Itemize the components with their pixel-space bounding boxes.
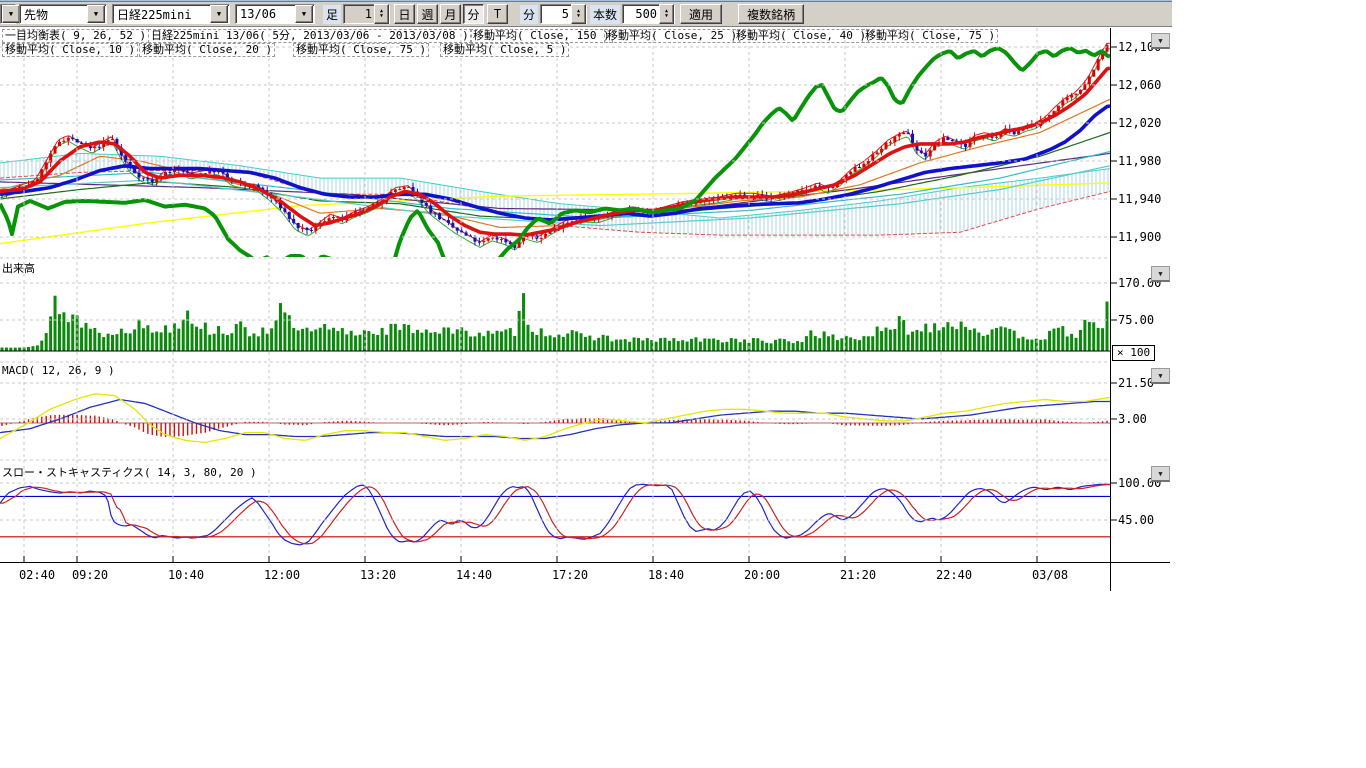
apply-button[interactable]: 適用 bbox=[680, 4, 722, 24]
volume-tick-label: 75.00 bbox=[1118, 312, 1154, 328]
category-combobox[interactable]: 先物 ▼ bbox=[19, 4, 107, 24]
time-tick-label: 03/08 bbox=[1026, 568, 1074, 582]
leftmost-stub-combobox[interactable]: ▼ bbox=[0, 4, 16, 24]
legend-ma75[interactable]: 移動平均( Close, 75 ) bbox=[862, 29, 998, 43]
time-tick-label: 22:40 bbox=[930, 568, 978, 582]
period-week-button[interactable]: 週 bbox=[417, 4, 438, 24]
volume-pane-label: 出来高 bbox=[2, 262, 35, 275]
macd-tick-label: 21.50 bbox=[1118, 375, 1154, 391]
legend-ichimoku[interactable]: 一目均衡表( 9, 26, 52 ) bbox=[2, 29, 149, 43]
time-tick-label: 09:20 bbox=[66, 568, 114, 582]
period-day-button[interactable]: 日 bbox=[394, 4, 415, 24]
chevron-down-icon[interactable]: ▼ bbox=[87, 5, 105, 23]
price-tick-label: 12,060 bbox=[1118, 77, 1161, 93]
category-value: 先物 bbox=[20, 6, 86, 23]
volume-pane-scale-dropdown[interactable]: ▼ bbox=[1151, 266, 1170, 282]
chevron-down-icon[interactable]: ▼ bbox=[2, 5, 20, 23]
time-tick-label: 17:20 bbox=[546, 568, 594, 582]
bar-count-value: 500 bbox=[623, 7, 659, 21]
chevron-down-icon: ▼ bbox=[1158, 270, 1162, 278]
bar-count-label: 本数 bbox=[590, 5, 620, 24]
minute-value: 5 bbox=[541, 7, 571, 21]
chevron-down-icon[interactable]: ▼ bbox=[210, 5, 228, 23]
stoch-pane-scale-dropdown[interactable]: ▼ bbox=[1151, 466, 1170, 482]
legend-ma40[interactable]: 移動平均( Close, 40 ) bbox=[733, 29, 869, 43]
legend-ma75-2[interactable]: 移動平均( Close, 75 ) bbox=[293, 43, 429, 57]
time-tick-label: 02:40 bbox=[13, 568, 61, 582]
chevron-down-icon: ▼ bbox=[1158, 372, 1162, 380]
contract-month-combobox[interactable]: 13/06 ▼ bbox=[235, 4, 315, 24]
time-tick-label: 14:40 bbox=[450, 568, 498, 582]
symbol-value: 日経225mini bbox=[113, 6, 209, 23]
stoch-pane-label: スロー・ストキャスティクス( 14, 3, 80, 20 ) bbox=[2, 466, 257, 479]
minute-stepper[interactable]: 5 ▲▼ bbox=[540, 4, 587, 24]
price-tick-label: 11,900 bbox=[1118, 229, 1161, 245]
chart-toolbar: ▼ 先物 ▼ 日経225mini ▼ 13/06 ▼ 足 1 ▲▼ 日 週 月 … bbox=[0, 2, 1172, 27]
legend-ma10[interactable]: 移動平均( Close, 10 ) bbox=[2, 43, 138, 57]
stoch-tick-label: 45.00 bbox=[1118, 512, 1154, 528]
spinner-arrows-icon[interactable]: ▲▼ bbox=[571, 4, 586, 24]
chevron-down-icon: ▼ bbox=[1158, 470, 1162, 478]
multi-symbol-button[interactable]: 複数銘柄 bbox=[738, 4, 804, 24]
trading-chart-app: ▼ 先物 ▼ 日経225mini ▼ 13/06 ▼ 足 1 ▲▼ 日 週 月 … bbox=[0, 0, 1366, 768]
price-tick-label: 11,940 bbox=[1118, 191, 1161, 207]
time-tick-label: 12:00 bbox=[258, 568, 306, 582]
spinner-arrows-icon[interactable]: ▲▼ bbox=[374, 4, 389, 24]
chevron-down-icon[interactable]: ▼ bbox=[295, 5, 313, 23]
time-tick-label: 10:40 bbox=[162, 568, 210, 582]
bar-type-label: 足 bbox=[323, 5, 341, 24]
main-pane-scale-dropdown[interactable]: ▼ bbox=[1151, 33, 1170, 49]
price-tick-label: 11,980 bbox=[1118, 153, 1161, 169]
legend-ma25[interactable]: 移動平均( Close, 25 ) bbox=[604, 29, 740, 43]
legend-ma20[interactable]: 移動平均( Close, 20 ) bbox=[139, 43, 275, 57]
legend-instrument[interactable]: 日経225mini 13/06( 5分, 2013/03/06 - 2013/0… bbox=[148, 29, 472, 43]
legend-ma150[interactable]: 移動平均( Close, 150 ) bbox=[470, 29, 613, 43]
chart-area[interactable]: 一目均衡表( 9, 26, 52 ) 日経225mini 13/06( 5分, … bbox=[0, 27, 1366, 768]
symbol-combobox[interactable]: 日経225mini ▼ bbox=[112, 4, 230, 24]
bar-interval-stepper[interactable]: 1 ▲▼ bbox=[343, 4, 390, 24]
bar-count-stepper[interactable]: 500 ▲▼ bbox=[622, 4, 675, 24]
time-tick-label: 21:20 bbox=[834, 568, 882, 582]
time-tick-label: 13:20 bbox=[354, 568, 402, 582]
minute-label: 分 bbox=[520, 5, 538, 24]
period-minute-button[interactable]: 分 bbox=[463, 4, 484, 24]
time-tick-label: 18:40 bbox=[642, 568, 690, 582]
period-tick-button[interactable]: T bbox=[487, 4, 508, 24]
bar-interval-value: 1 bbox=[344, 7, 374, 21]
legend-ma5[interactable]: 移動平均( Close, 5 ) bbox=[440, 43, 569, 57]
macd-tick-label: 3.00 bbox=[1118, 411, 1147, 427]
chart-canvas[interactable] bbox=[0, 27, 1180, 627]
time-tick-label: 20:00 bbox=[738, 568, 786, 582]
price-tick-label: 12,020 bbox=[1118, 115, 1161, 131]
volume-multiplier-badge: × 100 bbox=[1112, 345, 1155, 361]
macd-pane-scale-dropdown[interactable]: ▼ bbox=[1151, 368, 1170, 384]
contract-month-value: 13/06 bbox=[236, 7, 294, 21]
chevron-down-icon: ▼ bbox=[1158, 37, 1162, 45]
macd-pane-label: MACD( 12, 26, 9 ) bbox=[2, 364, 115, 377]
period-month-button[interactable]: 月 bbox=[440, 4, 461, 24]
spinner-arrows-icon[interactable]: ▲▼ bbox=[659, 4, 674, 24]
